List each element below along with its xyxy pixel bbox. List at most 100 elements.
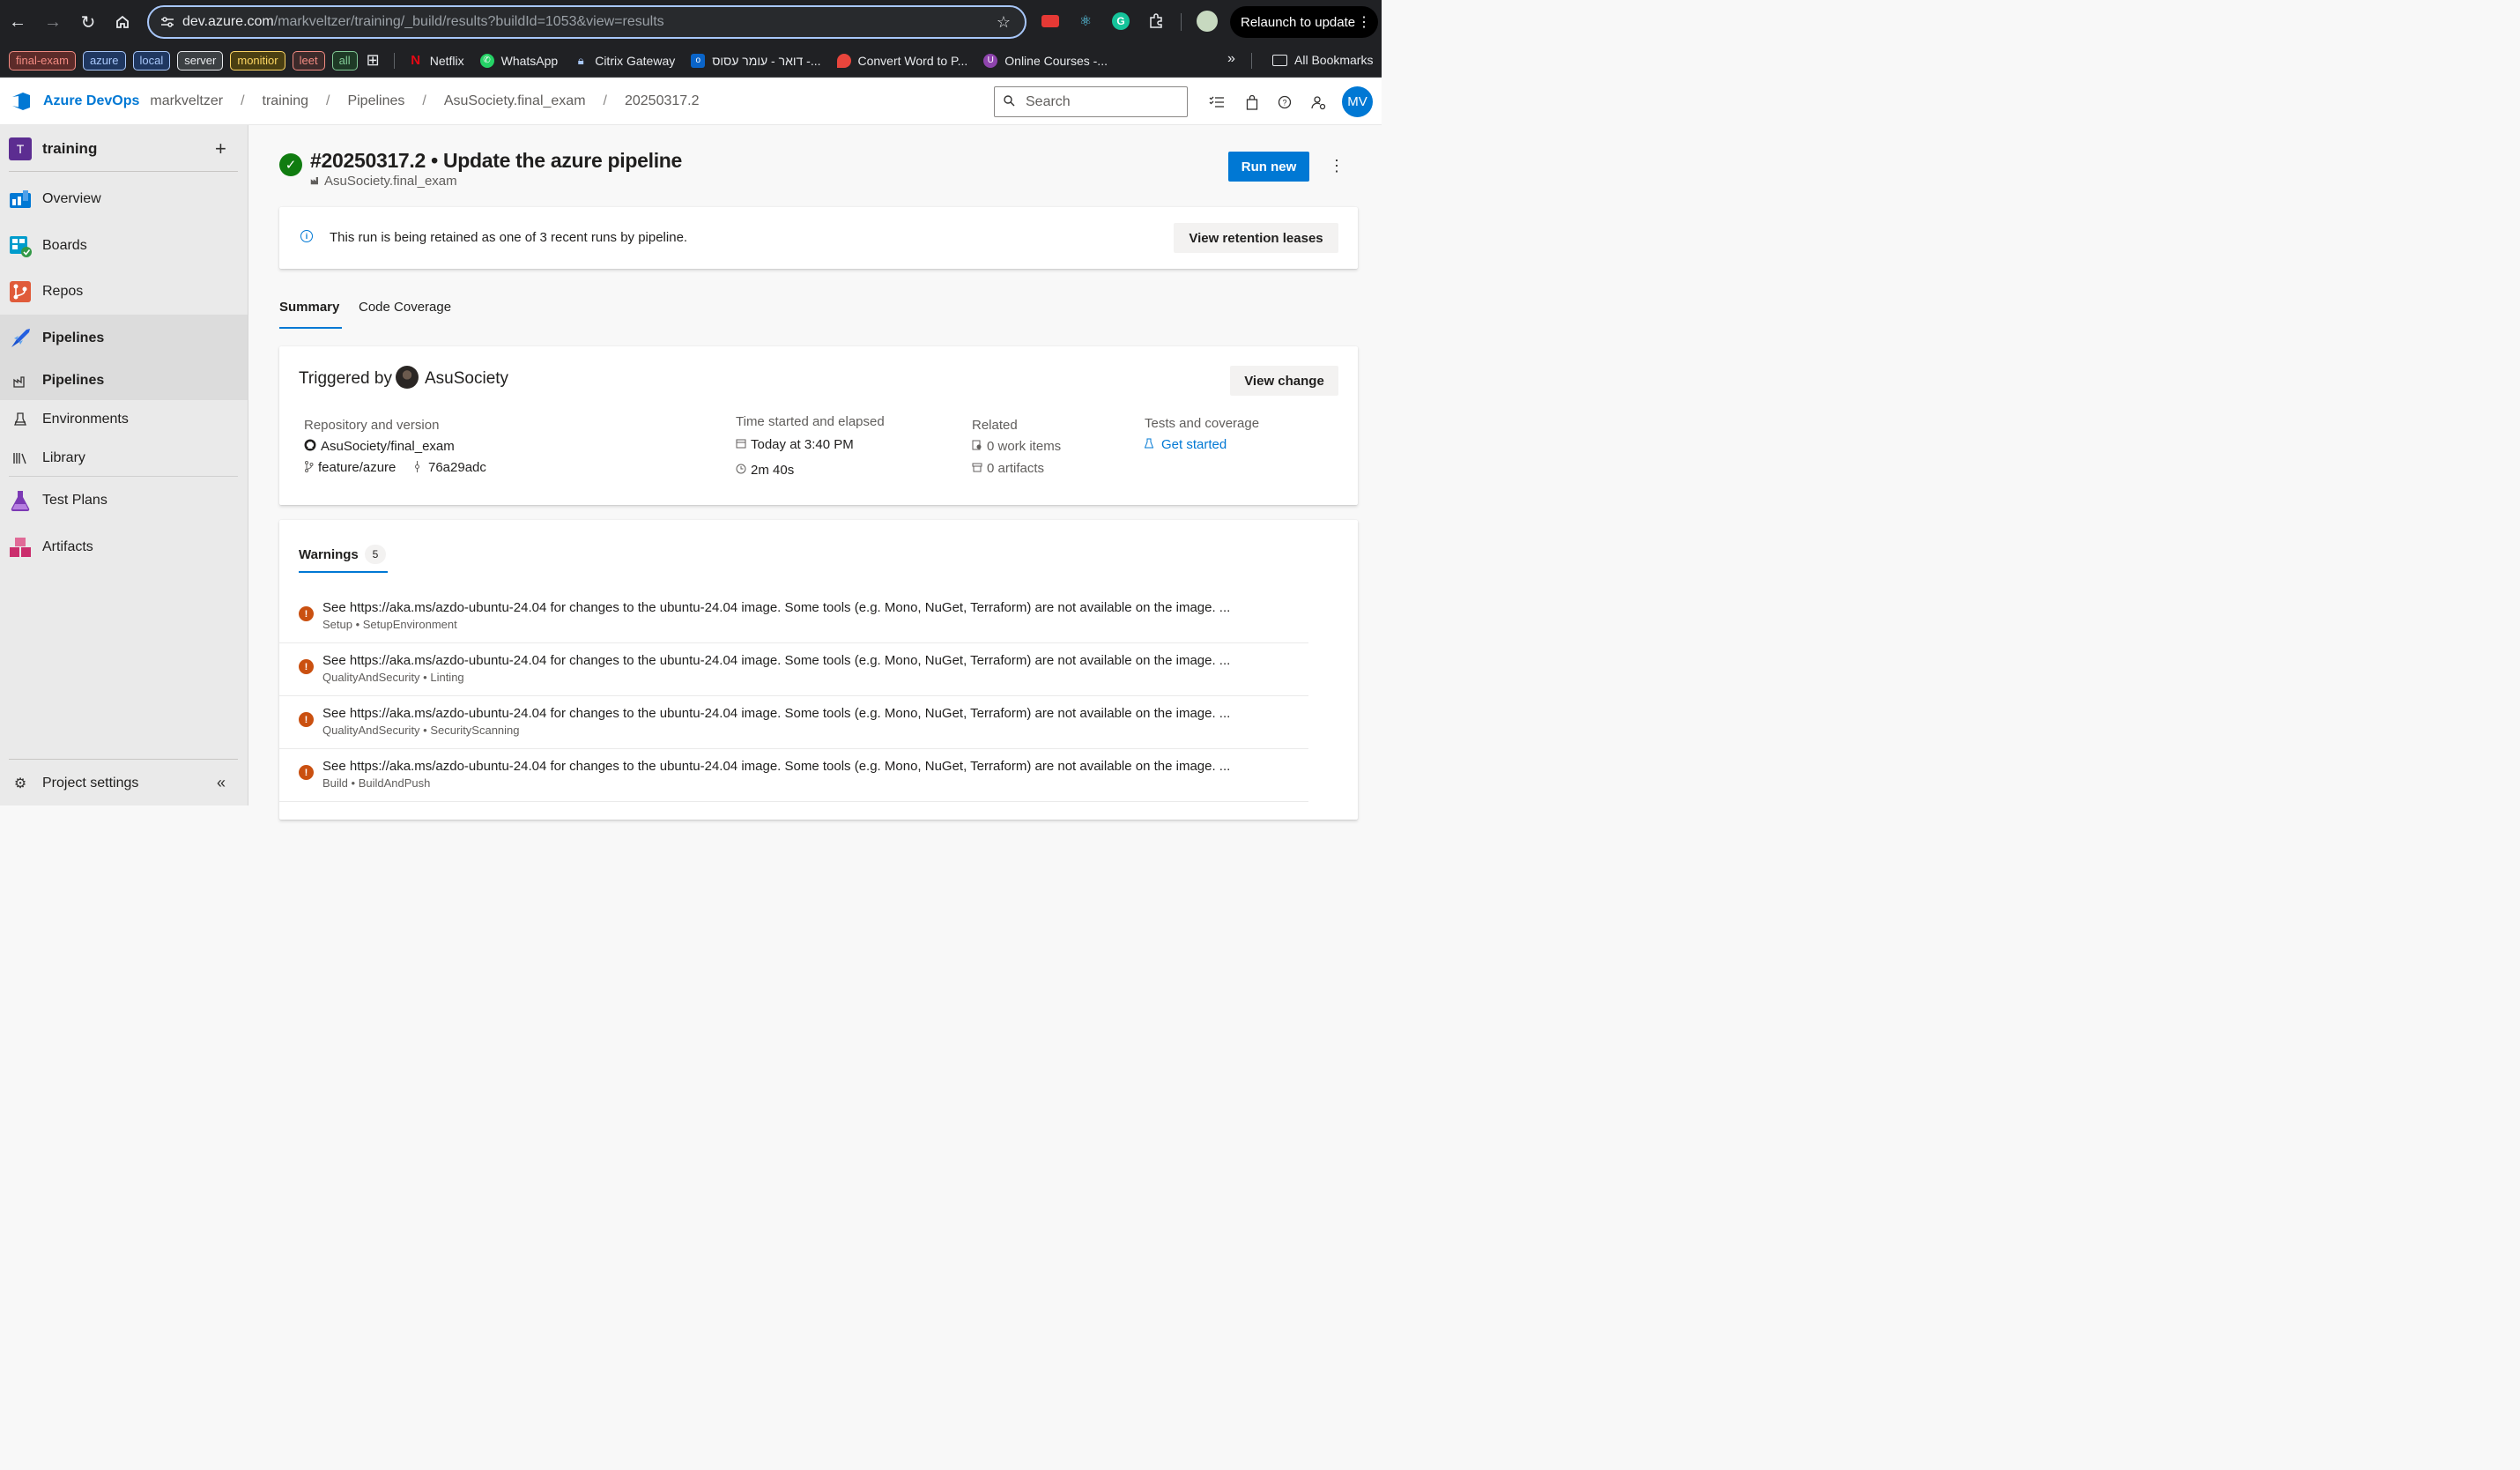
view-retention-leases-button[interactable]: View retention leases — [1174, 223, 1338, 253]
gear-icon: ⚙ — [13, 776, 27, 791]
sidebar-item-label: Environments — [42, 412, 129, 427]
test-plans-flask-icon — [9, 489, 32, 512]
user-avatar[interactable]: MV — [1342, 86, 1373, 117]
warning-row[interactable]: ! See https://aka.ms/azdo-ubuntu-24.04 f… — [279, 590, 1308, 643]
add-icon[interactable]: + — [215, 137, 226, 160]
bookmark-tag-monitior[interactable]: monitior — [230, 50, 285, 71]
shopping-bag-icon[interactable] — [1242, 93, 1262, 112]
azure-devops-logo-icon[interactable] — [11, 91, 32, 112]
warning-row[interactable]: ! See https://aka.ms/azdo-ubuntu-24.04 f… — [279, 749, 1308, 802]
warning-icon: ! — [299, 606, 314, 621]
home-icon[interactable] — [105, 4, 140, 40]
search-placeholder: Search — [1026, 93, 1071, 109]
sidebar-item-test-plans[interactable]: Test Plans — [0, 481, 248, 520]
bookmark-online-courses[interactable]: U Online Courses -... — [983, 53, 1108, 68]
success-check-icon: ✓ — [279, 153, 302, 176]
user-settings-icon[interactable] — [1308, 93, 1328, 112]
sidebar-item-artifacts[interactable]: Artifacts — [0, 528, 248, 567]
work-items-link[interactable]: 0 work items — [972, 439, 1061, 454]
sidebar-item-boards[interactable]: Boards — [0, 226, 248, 265]
trigger-user-name: AsuSociety — [425, 369, 509, 388]
reload-icon[interactable]: ↻ — [70, 4, 106, 40]
sidebar-subitem-environments[interactable]: Environments — [0, 400, 248, 439]
summary-card: Triggered by AsuSociety View change Repo… — [279, 346, 1358, 505]
bookmark-tag-local[interactable]: local — [132, 50, 171, 71]
sidebar-item-label: Test Plans — [42, 493, 107, 508]
apps-grid-icon[interactable]: ⊞ — [367, 51, 380, 70]
extensions-puzzle-icon[interactable] — [1145, 11, 1167, 32]
warning-row[interactable]: ! See https://aka.ms/azdo-ubuntu-24.04 f… — [279, 643, 1308, 696]
branch-link[interactable]: feature/azure — [304, 460, 396, 475]
active-tab-indicator — [279, 327, 342, 329]
youtube-extension-icon[interactable] — [1040, 11, 1061, 32]
bookmark-tag-leet[interactable]: leet — [292, 50, 325, 71]
warnings-tab[interactable]: Warnings — [299, 547, 359, 562]
breadcrumb-pipelines[interactable]: Pipelines — [347, 93, 404, 109]
pdf-heart-icon — [836, 53, 851, 68]
breadcrumb-org[interactable]: markveltzer — [150, 93, 223, 109]
sidebar-item-pipelines[interactable]: Pipelines — [0, 315, 248, 361]
address-bar[interactable]: dev.azure.com/markveltzer/training/_buil… — [147, 5, 1027, 39]
more-actions-icon[interactable]: ⋮ — [1329, 157, 1345, 175]
environments-icon — [9, 408, 32, 431]
sidebar-subitem-pipelines[interactable]: Pipelines — [0, 361, 248, 400]
more-bookmarks-icon[interactable]: » — [1227, 51, 1235, 67]
github-icon — [304, 439, 316, 454]
relaunch-button[interactable]: Relaunch to update ⋮ — [1230, 6, 1378, 38]
url-text: dev.azure.com/markveltzer/training/_buil… — [182, 14, 664, 29]
run-new-button[interactable]: Run new — [1228, 152, 1309, 182]
warning-icon: ! — [299, 712, 314, 727]
search-input[interactable]: Search — [994, 86, 1188, 117]
brand-name[interactable]: Azure DevOps — [43, 93, 139, 109]
project-selector[interactable]: T training — [0, 125, 248, 172]
help-icon[interactable]: ? — [1275, 93, 1294, 112]
tab-summary[interactable]: Summary — [279, 300, 339, 315]
bookmarks-divider — [393, 52, 395, 69]
breadcrumb-pipeline[interactable]: AsuSociety.final_exam — [444, 93, 586, 109]
forward-arrow-icon[interactable]: → — [35, 4, 70, 40]
sidebar-item-label: Artifacts — [42, 539, 93, 554]
warning-row[interactable]: ! See https://aka.ms/azdo-ubuntu-24.04 f… — [279, 696, 1308, 749]
site-info-icon[interactable] — [152, 16, 182, 28]
bookmark-whatsapp[interactable]: ✆ WhatsApp — [479, 53, 558, 68]
project-settings-link[interactable]: ⚙ Project settings — [0, 764, 248, 803]
tests-get-started-link[interactable]: Get started — [1144, 437, 1227, 452]
repo-link[interactable]: AsuSociety/final_exam — [304, 439, 455, 454]
bookmark-tag-final-exam[interactable]: final-exam — [9, 50, 76, 71]
bookmark-tag-server[interactable]: server — [177, 50, 224, 71]
sidebar-item-overview[interactable]: Overview — [0, 180, 248, 219]
sidebar-subitem-library[interactable]: Library — [0, 439, 248, 478]
breadcrumb-separator: / — [326, 93, 330, 108]
project-settings-label: Project settings — [42, 776, 139, 791]
pipeline-factory-icon — [310, 175, 321, 188]
all-bookmarks[interactable]: All Bookmarks — [1272, 53, 1373, 67]
back-arrow-icon[interactable]: ← — [0, 4, 35, 40]
lock-icon: 🔒︎ — [577, 53, 584, 67]
folder-icon — [1272, 54, 1287, 66]
pipeline-name[interactable]: AsuSociety.final_exam — [310, 174, 457, 189]
react-devtools-icon[interactable]: ⚛ — [1075, 11, 1096, 32]
sidebar-item-repos[interactable]: Repos — [0, 272, 248, 311]
collapse-sidebar-icon[interactable]: « — [217, 774, 226, 792]
sidebar-item-label: Pipelines — [42, 330, 105, 345]
artifacts-link[interactable]: 0 artifacts — [972, 461, 1044, 476]
task-list-icon[interactable] — [1207, 93, 1227, 112]
bookmark-citrix[interactable]: 🔒︎ Citrix Gateway — [574, 53, 676, 68]
grammarly-icon[interactable]: G — [1110, 11, 1131, 32]
bookmark-netflix[interactable]: N Netflix — [409, 53, 463, 68]
bookmark-outlook[interactable]: o דואר - עומר עסוס -... — [691, 53, 821, 68]
artifacts-icon — [9, 536, 32, 559]
chrome-menu-icon[interactable]: ⋮ — [1357, 13, 1371, 31]
bookmark-tag-azure[interactable]: azure — [82, 50, 126, 71]
project-sidebar: T training + Overview Boards Repos Pipel… — [0, 125, 248, 806]
sidebar-item-label: Overview — [42, 191, 101, 206]
profile-avatar[interactable] — [1197, 11, 1218, 32]
bookmark-tag-all[interactable]: all — [331, 50, 358, 71]
tab-code-coverage[interactable]: Code Coverage — [359, 300, 451, 315]
breadcrumb-run[interactable]: 20250317.2 — [625, 93, 700, 109]
bookmark-convert-word[interactable]: Convert Word to P... — [836, 53, 967, 68]
view-change-button[interactable]: View change — [1230, 366, 1338, 396]
bookmark-star-icon[interactable]: ☆ — [997, 13, 1011, 32]
breadcrumb-project[interactable]: training — [263, 93, 308, 109]
commit-link[interactable]: 76a29adc — [414, 460, 486, 475]
